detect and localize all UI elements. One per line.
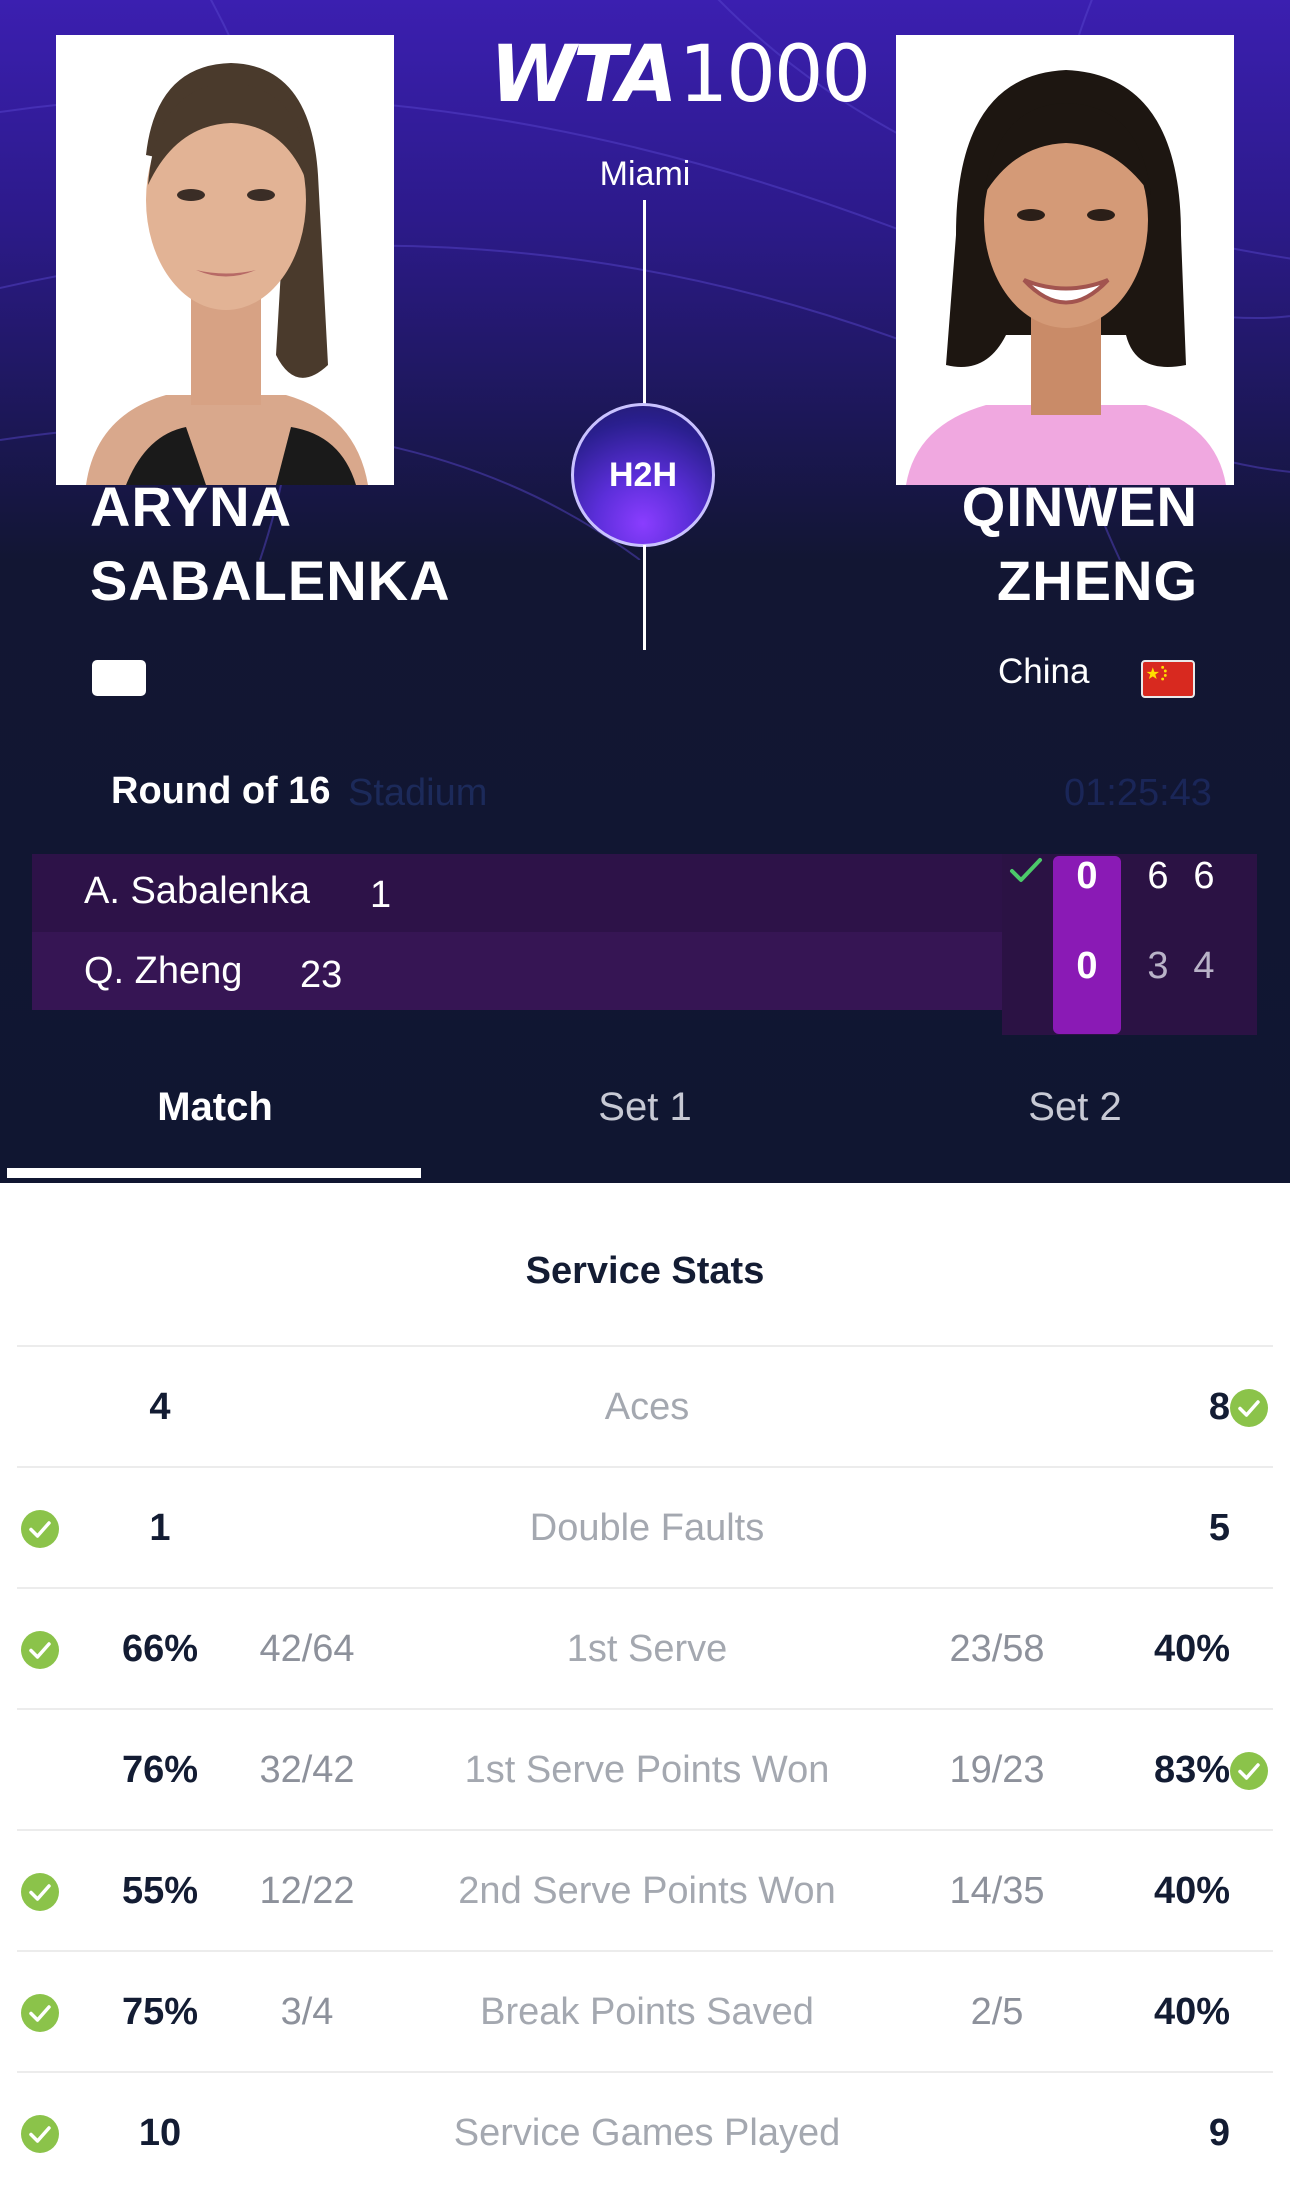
stat-label: 2nd Serve Points Won: [458, 1870, 836, 1912]
stat-row: 75% 3/4 Break Points Saved 2/5 40%: [17, 1950, 1273, 2073]
divider-line-bottom: [643, 545, 646, 650]
set-score: 6: [1193, 855, 1215, 897]
left-detail: 42/64: [259, 1628, 355, 1670]
left-value: 10: [138, 2112, 182, 2154]
stat-label: Service Games Played: [453, 2112, 841, 2154]
player-name-right[interactable]: QINWEN ZHENG: [962, 470, 1198, 618]
wta-1000-logo: WTA1000: [490, 30, 871, 120]
left-detail: 32/42: [259, 1749, 355, 1791]
right-value: 83%: [1153, 1749, 1230, 1791]
player-photo-right: [896, 35, 1234, 485]
tab-set-2[interactable]: Set 2: [860, 1085, 1290, 1130]
player-photo-left: [56, 35, 394, 485]
right-value: 40%: [1153, 1991, 1230, 2033]
set-score: 4: [1193, 945, 1215, 987]
check-circle-icon: [21, 1994, 59, 2032]
right-value: 5: [1208, 1507, 1230, 1549]
check-circle-icon: [21, 1510, 59, 1548]
left-detail: 3/4: [280, 1991, 334, 2033]
winner-checkmark-icon: [1010, 858, 1042, 882]
left-value: 66%: [121, 1628, 199, 1670]
right-detail: [907, 1347, 1087, 1468]
player-first-name: QINWEN: [961, 475, 1198, 538]
current-game-score: 0: [1076, 855, 1098, 897]
stat-label: Aces: [604, 1386, 690, 1428]
stat-row: 10 Service Games Played 9: [17, 2071, 1273, 2194]
check-circle-icon: [21, 1873, 59, 1911]
section-title: Service Stats: [525, 1250, 765, 1292]
right-detail: 19/23: [949, 1749, 1045, 1791]
check-circle-icon: [1230, 1389, 1268, 1427]
scoreboard-player-seed: 23: [300, 954, 343, 996]
right-detail: [907, 2073, 1087, 2194]
left-detail: [217, 2073, 397, 2194]
divider-line-top: [643, 200, 646, 405]
scoreboard-player-name: Q. Zheng: [84, 950, 243, 992]
right-value: 9: [1208, 2112, 1230, 2154]
stat-row: 76% 32/42 1st Serve Points Won 19/23 83%: [17, 1708, 1273, 1831]
left-detail: 12/22: [259, 1870, 355, 1912]
tab-match[interactable]: Match: [0, 1085, 430, 1130]
match-venue: Stadium: [348, 772, 488, 814]
tab-set-1[interactable]: Set 1: [430, 1085, 860, 1130]
set-score: 6: [1147, 855, 1169, 897]
match-duration: 01:25:43: [1064, 772, 1212, 814]
right-value: 40%: [1153, 1628, 1230, 1670]
active-tab-indicator: [7, 1168, 421, 1178]
left-value: 76%: [121, 1749, 199, 1791]
scoreboard-player-name: A. Sabalenka: [84, 870, 311, 912]
set-score: 3: [1147, 945, 1169, 987]
left-detail: [217, 1468, 397, 1589]
left-value: 1: [149, 1507, 171, 1549]
match-round: Round of 16: [111, 770, 331, 812]
stat-row: 1 Double Faults 5: [17, 1466, 1273, 1589]
stat-row: 4 Aces 8: [17, 1345, 1273, 1468]
player-name-left[interactable]: ARYNA SABALENKA: [90, 470, 451, 618]
right-detail: 14/35: [949, 1870, 1045, 1912]
stat-row: 55% 12/22 2nd Serve Points Won 14/35 40%: [17, 1829, 1273, 1952]
flag-icon-neutral: [92, 660, 146, 696]
tournament-city: Miami: [599, 155, 691, 193]
player-country-right: China: [998, 652, 1090, 691]
left-detail: [217, 1347, 397, 1468]
right-value: 8: [1208, 1386, 1230, 1428]
scoreboard-player-seed: 1: [370, 874, 392, 916]
left-value: 55%: [121, 1870, 199, 1912]
check-circle-icon: [21, 1631, 59, 1669]
left-value: 4: [149, 1386, 171, 1428]
player-last-name: SABALENKA: [90, 549, 451, 612]
stat-label: 1st Serve: [566, 1628, 728, 1670]
left-value: 75%: [121, 1991, 199, 2033]
player-last-name: ZHENG: [997, 549, 1198, 612]
match-header: WTA1000 Miami H2H ARYNA SABALENKA QINWEN…: [0, 0, 1290, 1183]
flag-icon-china: [1141, 660, 1195, 698]
player-first-name: ARYNA: [90, 475, 293, 538]
h2h-button[interactable]: H2H: [571, 403, 715, 547]
check-circle-icon: [21, 2115, 59, 2153]
stat-label: 1st Serve Points Won: [464, 1749, 830, 1791]
stats-tabs: Match Set 1 Set 2: [0, 1050, 1290, 1183]
right-detail: 23/58: [949, 1628, 1045, 1670]
stat-label: Double Faults: [529, 1507, 765, 1549]
current-game-score: 0: [1076, 945, 1098, 987]
check-circle-icon: [1230, 1752, 1268, 1790]
stat-row: 66% 42/64 1st Serve 23/58 40%: [17, 1587, 1273, 1710]
right-detail: 2/5: [970, 1991, 1024, 2033]
stat-label: Break Points Saved: [480, 1991, 814, 2033]
right-detail: [907, 1468, 1087, 1589]
right-value: 40%: [1153, 1870, 1230, 1912]
